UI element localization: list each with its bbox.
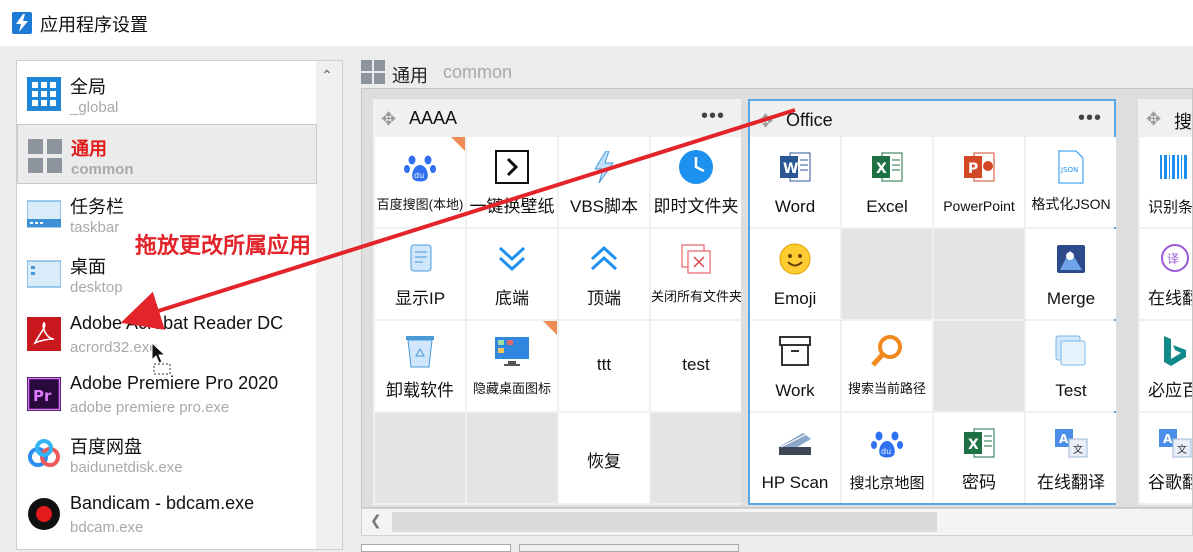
annotation-text: 拖放更改所属应用: [135, 233, 312, 258]
drag-arrow-annotation: [120, 108, 796, 330]
mouse-cursor-icon: [151, 342, 171, 375]
